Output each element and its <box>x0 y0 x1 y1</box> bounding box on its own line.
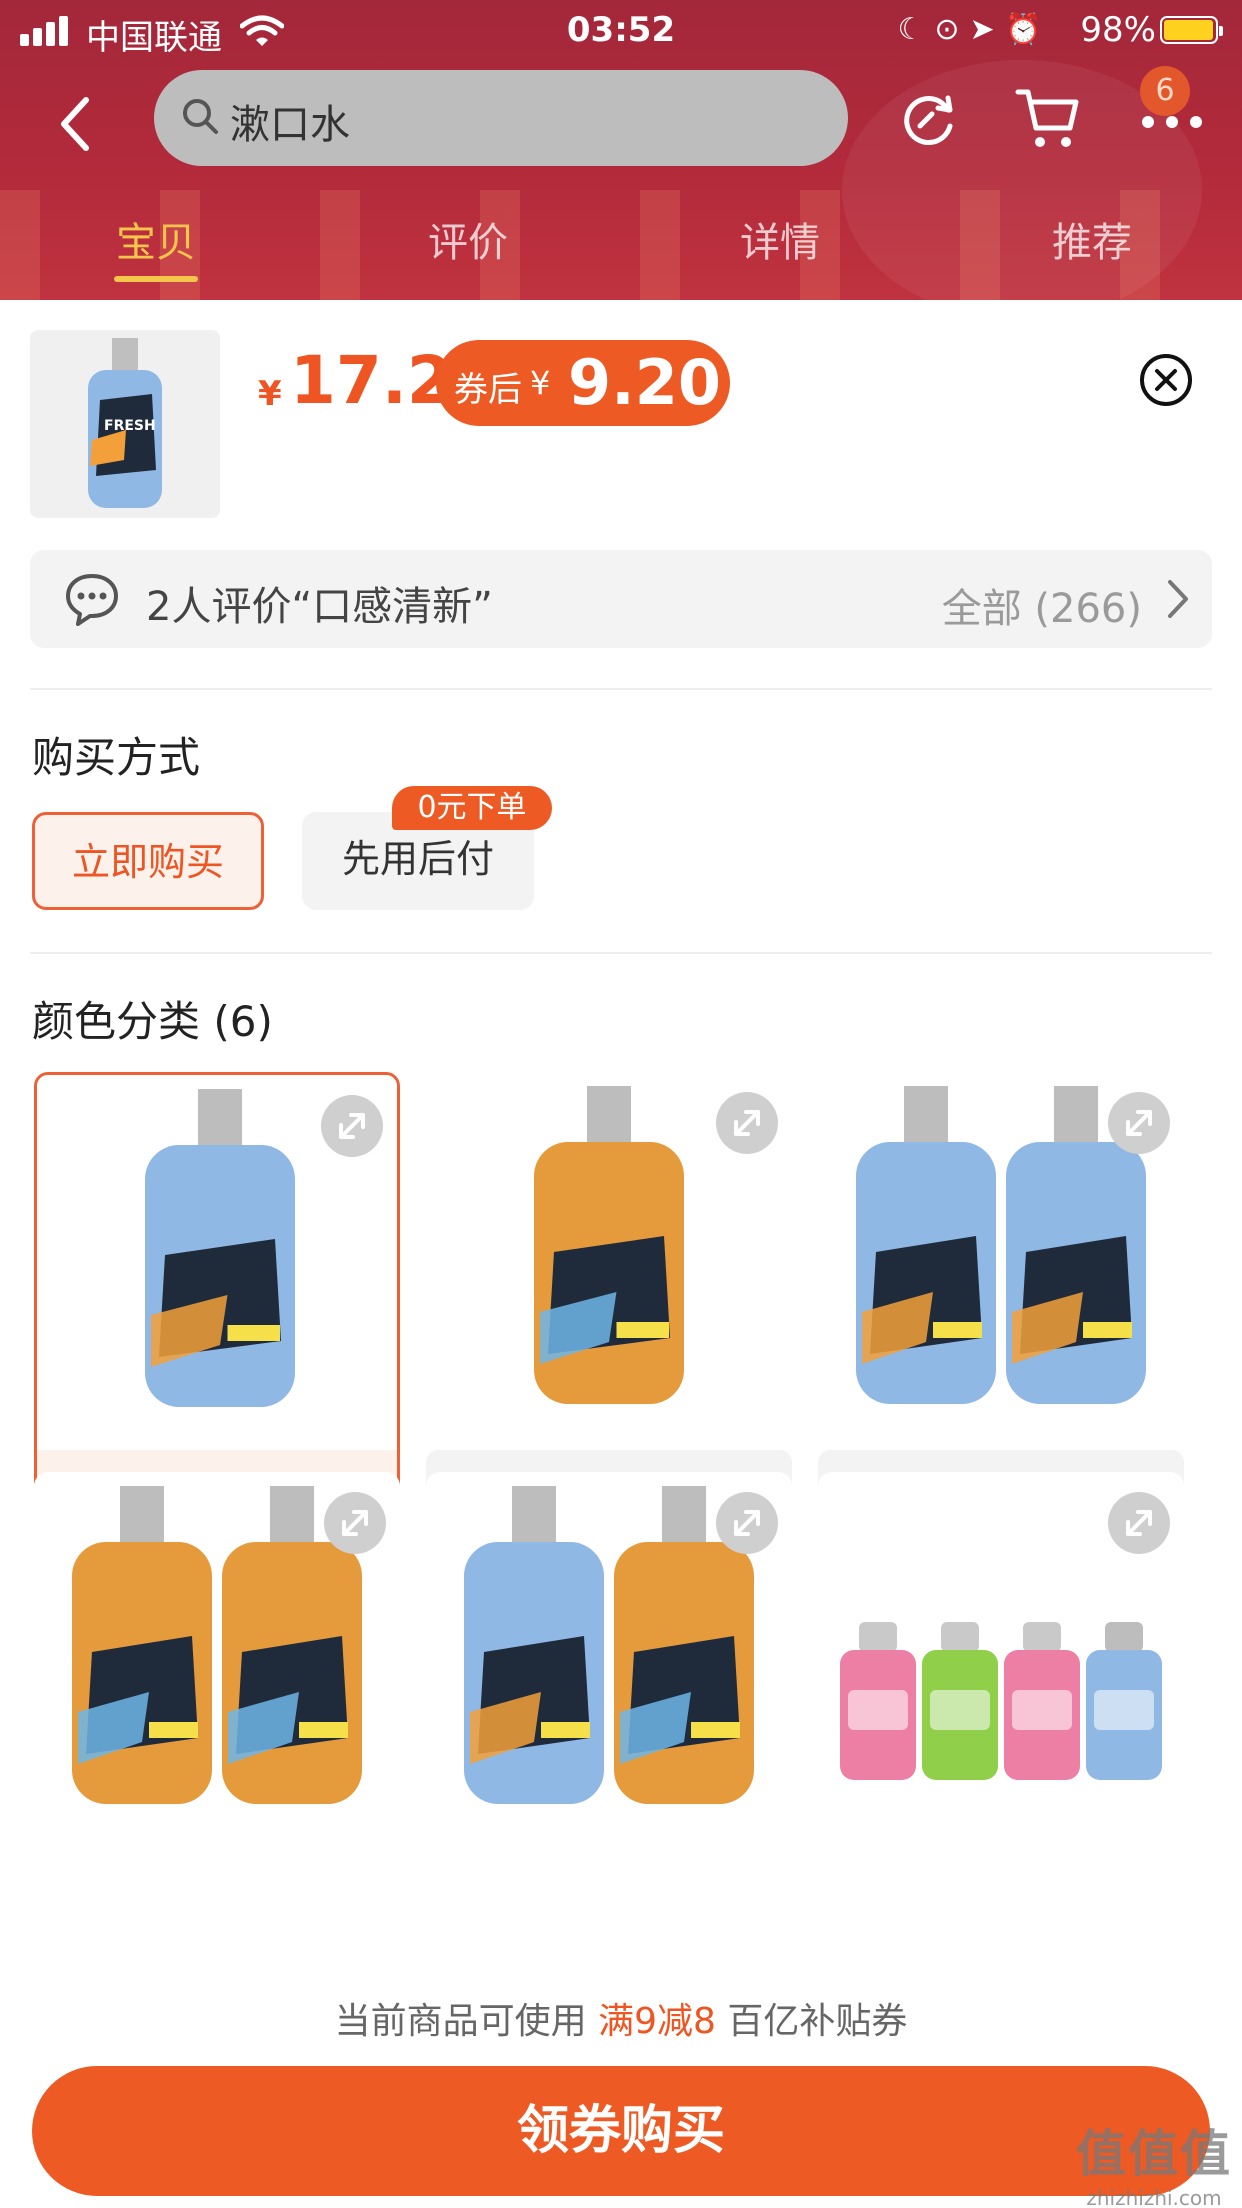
bottle <box>922 1622 998 1780</box>
variant-section-title: 颜色分类 (6) <box>32 997 273 1046</box>
review-highlight: 2人评价“口感清新” <box>146 584 493 630</box>
variant-card[interactable] <box>34 1472 400 1842</box>
subsidy-prefix: 当前商品可使用 <box>334 2001 587 2042</box>
zero-down-tag: 0元下单 <box>392 786 552 830</box>
watermark-url: zhizhizhi.com <box>1086 2186 1222 2208</box>
purchase-method-title: 购买方式 <box>32 733 201 782</box>
chevron-right-icon <box>1168 580 1188 618</box>
all-reviews-link[interactable]: 全部 (266) <box>942 576 1142 634</box>
subsidy-highlight: 满9减8 <box>598 2001 716 2042</box>
divider <box>30 952 1212 954</box>
tab-recommend[interactable]: 推荐 <box>992 210 1192 268</box>
subsidy-suffix: 百亿补贴券 <box>727 2001 908 2042</box>
tab-bar: 宝贝 评价 详情 推荐 <box>0 210 1242 300</box>
svg-text:FRESH: FRESH <box>104 418 156 434</box>
price-currency: ¥ <box>258 374 282 414</box>
status-bar: 中国联通 03:52 ☾⊙➤⏰ 98% <box>0 0 1242 62</box>
bottle <box>464 1486 604 1804</box>
coupon-currency: ¥ <box>530 364 551 402</box>
bottle-image: FRESH <box>88 338 162 508</box>
expand-icon[interactable] <box>324 1492 386 1554</box>
search-text: 漱口水 <box>230 102 350 148</box>
bottle <box>72 1486 212 1804</box>
clock: 03:52 <box>566 10 676 50</box>
bottle <box>856 1086 996 1404</box>
coupon-price-badge: 券后 ¥ 9.20 <box>436 340 730 426</box>
bottle <box>840 1622 916 1780</box>
bottle <box>1086 1622 1162 1780</box>
expand-icon[interactable] <box>321 1095 383 1157</box>
tab-reviews[interactable]: 评价 <box>368 210 568 268</box>
header: 中国联通 03:52 ☾⊙➤⏰ 98% 漱口水 6 宝贝 评价 详情 推荐 <box>0 0 1242 300</box>
sku-sheet: FRESH ¥ 17.2 券后 ¥ 9.20 2人评价“口感清新” 全部 (26… <box>0 300 1242 2208</box>
coupon-label: 券后 <box>454 370 522 410</box>
price: 17.2 <box>290 342 453 419</box>
battery-fill <box>1164 20 1213 40</box>
battery-percent: 98% <box>1080 10 1156 50</box>
variant-card[interactable] <box>818 1472 1184 1842</box>
variant-card[interactable] <box>426 1472 792 1842</box>
alarm-icon: ⏰ <box>1004 12 1052 47</box>
search-input[interactable]: 漱口水 <box>154 70 848 166</box>
expand-icon[interactable] <box>1108 1492 1170 1554</box>
coupon-price: 9.20 <box>568 346 721 419</box>
nav-bar: 漱口水 6 <box>0 66 1242 176</box>
moon-icon: ☾ <box>897 12 935 47</box>
cart-badge: 6 <box>1140 66 1190 116</box>
product-thumbnail[interactable]: FRESH <box>30 330 220 518</box>
bottle <box>145 1089 295 1407</box>
tab-details[interactable]: 详情 <box>680 210 880 268</box>
location-icon: ➤ <box>969 12 1005 47</box>
claim-coupon-buy-button[interactable]: 领券购买 <box>32 2066 1210 2196</box>
tab-item[interactable]: 宝贝 <box>56 210 256 268</box>
cart-icon[interactable] <box>1014 86 1082 152</box>
buy-now-option[interactable]: 立即购买 <box>32 812 264 910</box>
rotation-lock-icon: ⊙ <box>934 12 970 47</box>
watermark-logo: 值值值 <box>1076 2125 1232 2183</box>
bottle <box>1004 1622 1080 1780</box>
subsidy-note: 当前商品可使用 满9减8 百亿补贴券 <box>0 1992 1242 2044</box>
chat-icon <box>66 574 118 626</box>
expand-icon[interactable] <box>716 1092 778 1154</box>
expand-icon[interactable] <box>716 1492 778 1554</box>
expand-icon[interactable] <box>1108 1092 1170 1154</box>
tab-indicator <box>114 276 198 282</box>
search-icon <box>183 99 218 134</box>
status-icons: ☾⊙➤⏰ <box>897 12 1052 47</box>
back-button[interactable] <box>52 94 100 154</box>
close-button[interactable] <box>1138 352 1194 408</box>
share-refresh-icon[interactable] <box>896 86 962 152</box>
battery-icon <box>1160 16 1223 44</box>
divider <box>30 688 1212 690</box>
review-summary-bar[interactable]: 2人评价“口感清新” 全部 (266) <box>30 550 1212 648</box>
bottle <box>534 1086 684 1404</box>
watermark: 值值值 zhizhizhi.com <box>1076 2114 1232 2208</box>
